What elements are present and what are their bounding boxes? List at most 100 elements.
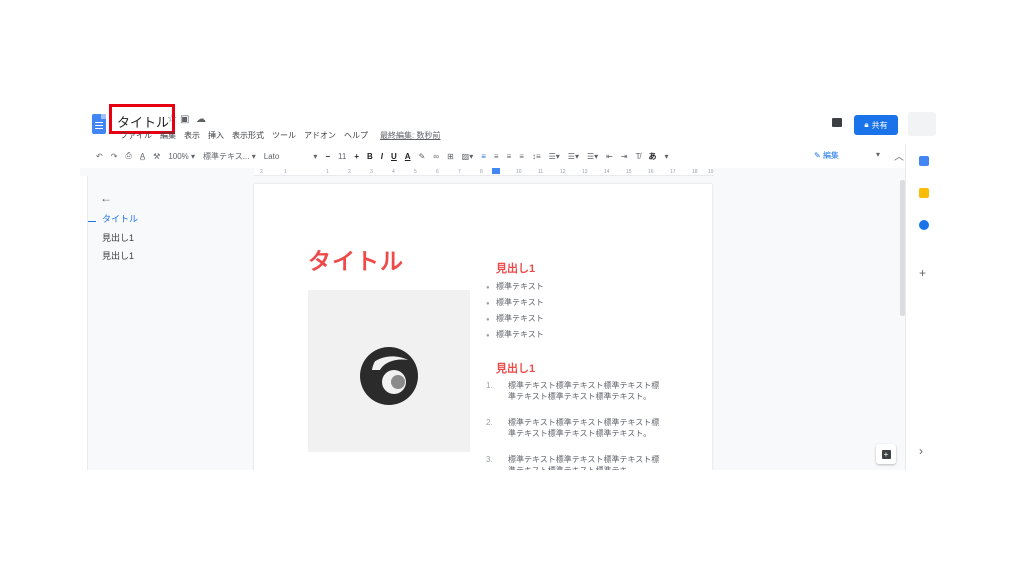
ruler-tick: 5 (414, 169, 417, 175)
font-size-field[interactable]: 11 (338, 152, 346, 161)
keep-icon[interactable] (919, 188, 929, 198)
menu-help[interactable]: ヘルプ (344, 130, 368, 141)
menu-file[interactable]: ファイル (120, 130, 152, 141)
align-center-icon[interactable]: ≡ (494, 152, 499, 161)
insert-image-icon[interactable]: ▨▾ (462, 152, 474, 161)
comment-history-icon[interactable] (832, 118, 842, 127)
indent-marker-icon[interactable] (492, 168, 500, 174)
bold-button[interactable]: B (367, 152, 373, 161)
ruler-tick: 2 (348, 169, 351, 175)
ruler-tick: 4 (392, 169, 395, 175)
close-outline-arrow-icon[interactable]: ← (100, 191, 112, 205)
input-tools-button[interactable]: あ (648, 151, 656, 162)
text-color-button[interactable]: A (405, 152, 411, 161)
logo-swirl-icon (360, 347, 418, 405)
redo-icon[interactable]: ↷ (111, 152, 118, 161)
font-size-increase-button[interactable]: + (354, 152, 359, 161)
style-select[interactable]: 標準テキス... ▾ (203, 151, 256, 162)
menu-edit[interactable]: 編集 (160, 130, 176, 141)
last-edit-link[interactable]: 最終編集: 数秒前 (380, 130, 440, 141)
numbered-list-item[interactable]: 3. 標準テキスト標準テキスト標準テキスト標準テキスト標準テキスト標準テキ (486, 454, 661, 470)
docs-logo-icon[interactable] (92, 114, 106, 134)
list-item[interactable]: ● 標準テキスト (486, 329, 544, 340)
font-select[interactable]: Lato (264, 152, 280, 161)
ruler-tick: 16 (648, 169, 654, 175)
horizontal-ruler[interactable]: 2 1 1 2 3 4 5 6 7 8 10 11 12 13 14 15 16… (254, 168, 714, 176)
line-spacing-icon[interactable]: ↕≡ (532, 152, 541, 161)
ruler-tick: 2 (260, 169, 263, 175)
menu-bar: ファイル 編集 表示 挿入 表示形式 ツール アドオン ヘルプ 最終編集: 数秒… (120, 130, 440, 141)
document-image[interactable] (308, 290, 470, 452)
menu-tools[interactable]: ツール (272, 130, 296, 141)
lock-icon: 🔒︎ (864, 120, 869, 129)
font-size-decrease-button[interactable]: − (325, 152, 330, 161)
add-comment-button[interactable]: + (876, 444, 896, 464)
list-item[interactable]: ● 標準テキスト (486, 281, 544, 292)
calendar-icon[interactable] (919, 156, 929, 166)
ruler-tick: 13 (582, 169, 588, 175)
app-header: タイトル ☆ ▣ ☁ ファイル 編集 表示 挿入 表示形式 ツール アドオン ヘ… (80, 104, 940, 144)
zoom-select[interactable]: 100% ▾ (168, 152, 195, 161)
show-side-panel-chevron-icon[interactable]: › (919, 444, 923, 458)
undo-icon[interactable]: ↶ (96, 152, 103, 161)
document-page[interactable]: タイトル 見出し1 ● 標準テキスト ● 標準テキスト ● 標準テキスト ● 標準テキス… (254, 184, 712, 470)
align-right-icon[interactable]: ≡ (507, 152, 512, 161)
menu-insert[interactable]: 挿入 (208, 130, 224, 141)
insert-comment-icon[interactable]: ⊞ (447, 152, 454, 161)
increase-indent-icon[interactable]: ⇥ (621, 152, 628, 161)
document-heading-title[interactable]: タイトル (308, 242, 404, 276)
ruler-tick: 14 (604, 169, 610, 175)
side-panel-rail: + › (905, 144, 940, 470)
tasks-icon[interactable] (919, 220, 929, 230)
outline-item-heading[interactable]: 見出し1 (102, 231, 134, 244)
ruler-tick: 17 (670, 169, 676, 175)
ruler-tick: 7 (458, 169, 461, 175)
get-addons-plus-icon[interactable]: + (919, 266, 926, 280)
menu-addons[interactable]: アドオン (304, 130, 336, 141)
clear-formatting-icon[interactable]: T̸ (636, 152, 641, 161)
outline-active-indicator (88, 221, 96, 222)
move-folder-icon[interactable]: ▣ (180, 114, 189, 125)
ruler-tick: 11 (538, 169, 544, 175)
numbered-list-item[interactable]: 1. 標準テキスト標準テキスト標準テキスト標準テキスト標準テキスト標準テキスト。 (486, 380, 661, 402)
underline-button[interactable]: U (391, 152, 397, 161)
share-button[interactable]: 🔒︎ 共有 (854, 115, 898, 135)
editing-mode-select[interactable]: ✎ 編集 (814, 150, 839, 161)
align-left-icon[interactable]: ≡ (481, 152, 486, 161)
input-tools-caret-icon[interactable]: ▾ (664, 152, 668, 161)
spellcheck-icon[interactable]: A̲ (140, 152, 145, 161)
section-heading[interactable]: 見出し1 (496, 360, 535, 376)
ruler-tick: 6 (436, 169, 439, 175)
ruler-tick: 10 (516, 169, 522, 175)
pencil-icon: ✎ (814, 151, 821, 160)
decrease-indent-icon[interactable]: ⇤ (606, 152, 613, 161)
account-avatar[interactable] (908, 112, 936, 136)
numbered-list-icon[interactable]: ☰▾ (587, 152, 598, 161)
font-dropdown-caret-icon[interactable]: ▾ (313, 152, 317, 161)
list-item[interactable]: ● 標準テキスト (486, 313, 544, 324)
highlight-icon[interactable]: ✎ (419, 152, 426, 161)
menu-format[interactable]: 表示形式 (232, 130, 264, 141)
paint-format-icon[interactable]: ⚒ (153, 152, 160, 161)
align-justify-icon[interactable]: ≡ (519, 152, 524, 161)
link-icon[interactable]: ∞ (433, 152, 439, 161)
section-heading[interactable]: 見出し1 (496, 260, 535, 276)
ruler-tick: 15 (626, 169, 632, 175)
cloud-status-icon[interactable]: ☁ (196, 114, 206, 125)
collapse-menus-icon[interactable]: ︿ (894, 148, 904, 163)
ruler-tick: 19 (708, 169, 714, 175)
italic-button[interactable]: I (381, 152, 383, 161)
print-icon[interactable]: ⎙ (125, 151, 131, 161)
bulleted-list-icon[interactable]: ☰▾ (568, 152, 579, 161)
editing-mode-caret-icon[interactable]: ▾ (876, 150, 880, 159)
menu-view[interactable]: 表示 (184, 130, 200, 141)
outline-item-title[interactable]: タイトル (102, 212, 138, 225)
list-item[interactable]: ● 標準テキスト (486, 297, 544, 308)
ruler-tick: 12 (560, 169, 566, 175)
numbered-list-item[interactable]: 2. 標準テキスト標準テキスト標準テキスト標準テキスト標準テキスト標準テキスト。 (486, 417, 661, 439)
docs-window: タイトル ☆ ▣ ☁ ファイル 編集 表示 挿入 表示形式 ツール アドオン ヘ… (80, 104, 940, 470)
checklist-icon[interactable]: ☰▾ (549, 152, 560, 161)
vertical-ruler[interactable] (80, 176, 88, 470)
formatting-toolbar: ↶ ↷ ⎙ A̲ ⚒ 100% ▾ 標準テキス... ▾ Lato ▾ − 11… (80, 144, 905, 168)
outline-item-heading[interactable]: 見出し1 (102, 249, 134, 262)
